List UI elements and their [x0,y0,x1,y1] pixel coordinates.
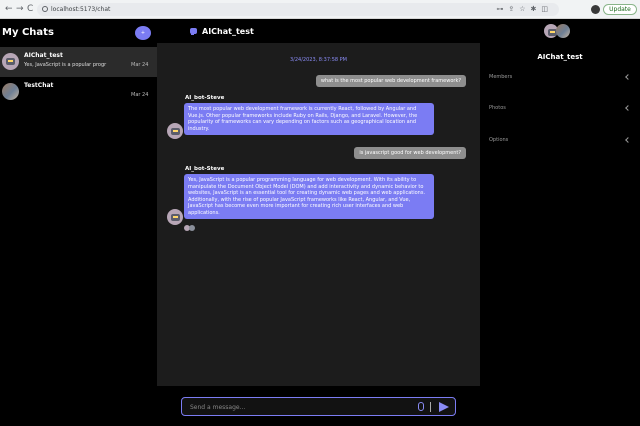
message-input[interactable] [190,401,410,413]
person-avatar [556,24,570,38]
attachment-icon[interactable] [418,402,424,411]
address-bar[interactable]: localhost:5173/chat ⊶⇪☆✱◫ [37,3,559,16]
chat-title: AIChat_test [202,27,254,36]
message-input-container [181,397,456,416]
send-icon[interactable] [439,402,449,412]
user-message-bubble: what is the most popular web development… [315,75,466,87]
info-icon[interactable] [42,6,48,12]
chat-list-item[interactable]: AIChat_test Yes, JavaScript is a popular… [0,47,157,77]
back-icon[interactable]: ← [5,3,13,15]
chat-date: Mar 24 [131,62,149,68]
robot-avatar [167,123,183,139]
chat-date: Mar 24 [131,92,149,98]
robot-avatar [2,53,19,70]
reload-icon[interactable]: C [27,3,33,15]
message-sender: AI_bot-Steve [185,95,225,101]
chat-header: AIChat_test [157,19,480,43]
chat-preview: Yes, JavaScript is a popular progr [24,62,107,68]
forward-icon[interactable]: → [16,3,24,15]
details-title: AIChat_test [537,53,583,61]
section-label: Photos [489,105,506,111]
chat-bubble-icon [190,28,197,35]
plus-icon: + [140,30,146,36]
section-label: Members [489,74,513,80]
divider [430,402,431,412]
chat-details-panel: AIChat_test Members Photos Options [480,19,640,426]
message-timestamp: 3/24/2023, 8:37:58 PM [289,57,347,63]
section-label: Options [489,137,509,143]
chat-name: AIChat_test [24,52,63,59]
robot-avatar [167,209,183,225]
browser-tools-icons[interactable]: ⊶⇪☆✱◫ [496,3,553,16]
chat-name: TestChat [24,82,54,89]
section-options[interactable]: Options [489,137,634,149]
person-avatar [2,83,19,100]
bot-message-bubble: Yes, JavaScript is a popular programming… [184,174,434,219]
message-list[interactable]: 3/24/2023, 8:37:58 PM what is the most p… [157,43,480,386]
chevron-left-icon [625,105,631,111]
chevron-left-icon [625,137,631,143]
person-avatar-small [189,225,195,231]
address-url: localhost:5173/chat [51,6,111,13]
sidebar-title: My Chats [2,27,54,38]
profile-icon[interactable] [591,5,600,14]
update-button[interactable]: Update [603,4,637,15]
section-members[interactable]: Members [489,74,634,86]
chat-list-sidebar: My Chats + AIChat_test Yes, JavaScript i… [0,19,157,426]
chevron-left-icon [625,74,631,80]
chat-list-item[interactable]: TestChat Mar 24 [0,77,157,107]
message-composer [157,386,480,426]
browser-toolbar: ← → C localhost:5173/chat ⊶⇪☆✱◫ Update [0,0,640,19]
bot-message-bubble: The most popular web development framewo… [184,103,434,135]
read-receipt-avatars [184,225,195,231]
new-chat-button[interactable]: + [135,26,151,40]
section-photos[interactable]: Photos [489,105,634,117]
user-message-bubble: is javascript good for web development? [354,147,466,159]
message-sender: AI_bot-Steve [185,166,225,172]
